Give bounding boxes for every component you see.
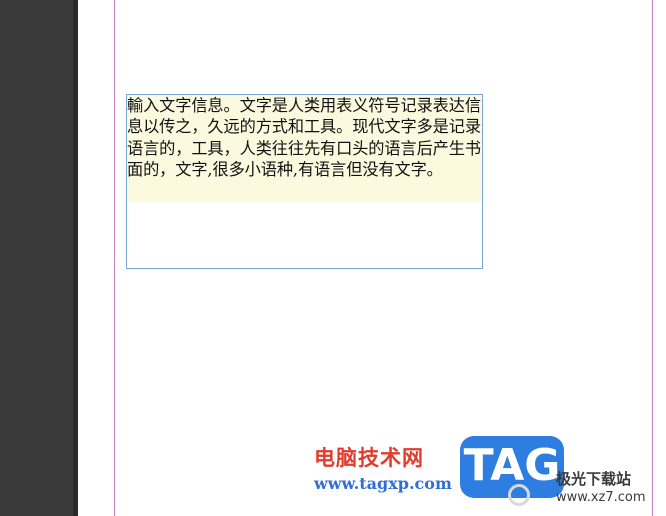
- watermark-partner-name: 极光下载站: [556, 470, 632, 488]
- text-frame[interactable]: 輸入文字信息。文字是人类用表义符号记录表达信息以传之，久远的方式和工具。现代文字…: [126, 94, 483, 269]
- text-frame-content[interactable]: 輸入文字信息。文字是人类用表义符号记录表达信息以传之，久远的方式和工具。现代文字…: [127, 95, 483, 181]
- tools-panel: [0, 0, 73, 516]
- ring-icon: [508, 484, 530, 506]
- watermark-site-name: 电脑技术网: [314, 446, 424, 470]
- watermark: 电脑技术网 www.tagxp.com TAG 极光下载站 www.xz7.co…: [310, 434, 666, 516]
- watermark-partner-url: www.xz7.com: [556, 490, 646, 505]
- watermark-site-url: www.tagxp.com: [314, 474, 452, 493]
- document-canvas: 輸入文字信息。文字是人类用表义符号记录表达信息以传之，久远的方式和工具。现代文字…: [0, 0, 666, 516]
- tag-logo-text: TAG: [463, 440, 561, 491]
